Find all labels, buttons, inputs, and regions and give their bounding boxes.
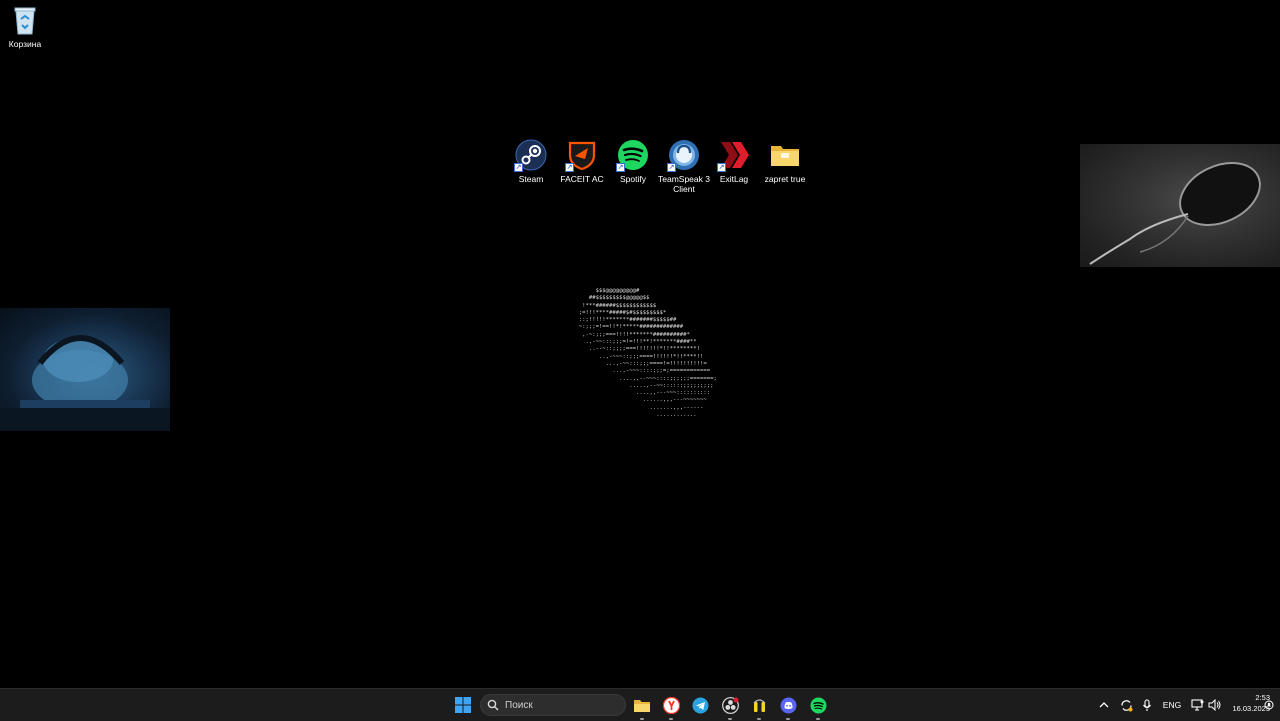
faceit-icon: ↗ [565, 139, 598, 172]
tray-notifications[interactable] [1262, 689, 1276, 721]
microphone-icon [1143, 698, 1151, 711]
shortcut-arrow-icon: ↗ [667, 163, 676, 172]
desktop-icon-label: TeamSpeak 3 Client [658, 174, 710, 194]
taskbar-spotify[interactable] [806, 693, 830, 720]
shortcut-arrow-icon: ↗ [565, 163, 574, 172]
shortcut-arrow-icon: ↗ [717, 163, 726, 172]
wallpaper-photo-creature-headphones [0, 308, 170, 431]
recycle-bin-shortcut[interactable]: Корзина [0, 4, 50, 49]
folder-icon [769, 139, 801, 171]
taskbar-app-yellow[interactable] [747, 693, 771, 720]
taskbar-search-box[interactable]: Поиск [480, 694, 626, 716]
notification-bell-icon [1264, 700, 1274, 710]
network-monitor-icon [1190, 699, 1203, 711]
start-icon [455, 697, 471, 713]
desktop-icon-exitlag[interactable]: ↗ ExitLag [706, 139, 762, 184]
teamspeak-icon: ↗ [667, 139, 700, 172]
tray-network[interactable] [1189, 689, 1205, 721]
kakaotalk-icon [753, 698, 765, 712]
chevron-up-icon [1099, 702, 1109, 708]
shortcut-arrow-icon: ↗ [514, 163, 523, 172]
wallpaper-photo-sperm-cell [1080, 144, 1280, 267]
taskbar-file-explorer[interactable] [630, 693, 654, 720]
exitlag-icon: ↗ [717, 139, 750, 172]
language-indicator: ENG [1162, 700, 1182, 710]
discord-icon [780, 697, 796, 713]
telegram-icon [692, 697, 708, 713]
search-placeholder: Поиск [505, 699, 533, 711]
speaker-icon [1208, 699, 1220, 711]
start-button[interactable] [451, 693, 475, 717]
ascii-art-wallpaper: $$$@@@@@@@@@# ##$$$$$$$$$@@@@@$$ !***###… [578, 288, 717, 419]
steam-icon: ↗ [514, 139, 547, 172]
tray-overflow-button[interactable] [1096, 689, 1112, 721]
recycle-bin-label: Корзина [8, 39, 42, 49]
obs-icon [721, 696, 739, 714]
yandex-browser-icon [662, 696, 680, 714]
tray-volume[interactable] [1206, 689, 1222, 721]
tray-sync-app[interactable] [1117, 689, 1135, 721]
tray-microphone[interactable] [1139, 689, 1155, 721]
taskbar-obs[interactable] [718, 693, 742, 720]
taskbar-yandex-browser[interactable] [659, 693, 683, 720]
taskbar: Поиск ENG 2:53 16.03.2025 [0, 688, 1280, 721]
desktop-icon-teamspeak[interactable]: ↗ TeamSpeak 3 Client [655, 139, 713, 194]
desktop-icon-label: zapret true [764, 174, 806, 184]
desktop-icon-label: Spotify [620, 174, 646, 184]
sync-icon [1120, 699, 1132, 711]
taskbar-discord[interactable] [776, 693, 800, 720]
spotify-icon [810, 697, 826, 713]
desktop-icon-steam[interactable]: ↗ Steam [503, 139, 559, 184]
desktop-icon-faceit-ac[interactable]: ↗ FACEIT AC [554, 139, 610, 184]
folder-icon [634, 700, 650, 712]
desktop-icon-spotify[interactable]: ↗ Spotify [605, 139, 661, 184]
search-icon [487, 699, 499, 711]
recycle-bin-icon [9, 4, 41, 36]
taskbar-telegram[interactable] [688, 693, 712, 717]
shortcut-arrow-icon: ↗ [616, 163, 625, 172]
spotify-icon: ↗ [616, 139, 649, 172]
desktop-icon-label: ExitLag [719, 174, 749, 184]
desktop-icon-label: FACEIT AC [560, 174, 604, 184]
desktop-icon-zapret-true[interactable]: zapret true [757, 139, 813, 184]
desktop-icon-label: Steam [518, 174, 544, 184]
tray-language[interactable]: ENG [1160, 689, 1184, 721]
